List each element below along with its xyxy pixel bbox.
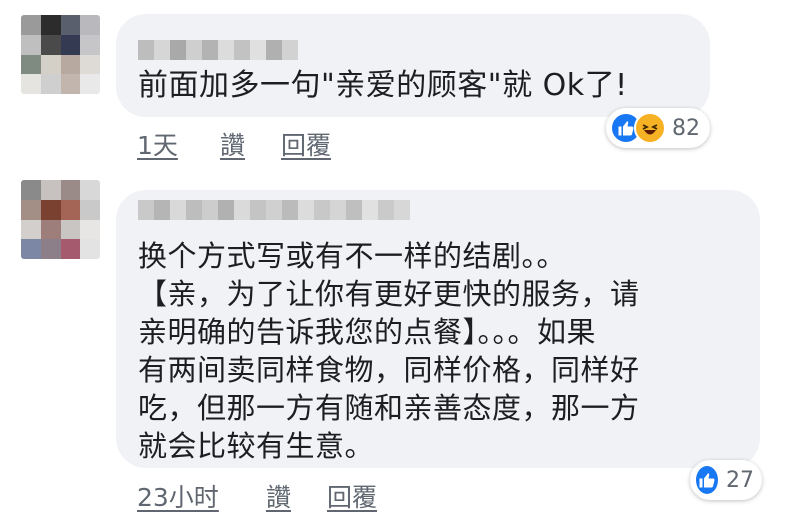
- reaction-count: 82: [672, 115, 700, 141]
- like-button[interactable]: 讚: [220, 126, 245, 162]
- comment-bubble: 前面加多一句"亲爱的顾客"就 Ok了!: [116, 14, 710, 117]
- reply-button[interactable]: 回覆: [281, 126, 331, 162]
- comment-bubble: 换个方式写或有不一样的结剧。。 【亲，为了让你有更好更快的服务，请 亲明确的告诉…: [116, 190, 760, 468]
- comment-text: 换个方式写或有不一样的结剧。。 【亲，为了让你有更好更快的服务，请 亲明确的告诉…: [138, 237, 746, 465]
- author-name[interactable]: [138, 200, 410, 220]
- comment-line: 吃，但那一方有随和亲善态度，那一方: [138, 391, 640, 425]
- like-button[interactable]: 讚: [266, 478, 291, 514]
- author-name[interactable]: [138, 40, 298, 60]
- comment-line: 【亲，为了让你有更好更快的服务，请: [138, 277, 640, 311]
- reaction-summary[interactable]: 27: [690, 460, 762, 500]
- comment-line: 就会比较有生意。: [138, 429, 375, 463]
- reaction-count: 27: [726, 467, 754, 493]
- avatar[interactable]: [21, 15, 100, 94]
- comment-line: 有两间卖同样食物，同样价格，同样好: [138, 353, 640, 387]
- timestamp[interactable]: 1天: [137, 126, 178, 162]
- reaction-summary[interactable]: 82: [606, 108, 710, 148]
- like-icon: [694, 464, 720, 496]
- comment-line: 换个方式写或有不一样的结剧。。: [138, 239, 567, 273]
- avatar[interactable]: [21, 180, 100, 259]
- reply-button[interactable]: 回覆: [327, 478, 377, 514]
- comment-text: 前面加多一句"亲爱的顾客"就 Ok了!: [138, 68, 628, 103]
- haha-icon: [634, 112, 666, 144]
- timestamp[interactable]: 23小时: [137, 478, 219, 514]
- comment-line: 亲明确的告诉我您的点餐】。。。如果: [138, 315, 597, 349]
